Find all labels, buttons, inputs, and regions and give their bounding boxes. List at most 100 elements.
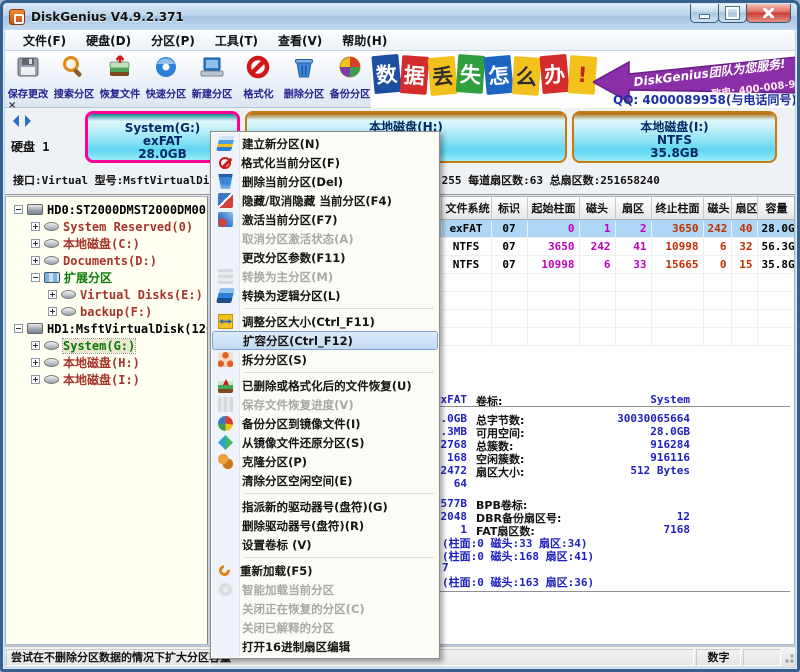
tree-item-4[interactable]: Documents(D:) <box>6 252 207 269</box>
delete-icon <box>291 54 317 84</box>
menubar-item-5[interactable]: 查看(V) <box>268 30 332 51</box>
close-button[interactable] <box>746 4 791 23</box>
toolbar-button-recover[interactable]: 恢复文件 <box>97 51 143 107</box>
context-menu-item-13[interactable]: 已删除或格式化后的文件恢复(U) <box>212 376 438 395</box>
tree-expander-icon[interactable] <box>31 256 40 265</box>
tree-expander-icon[interactable] <box>31 239 40 248</box>
context-menu-item-20[interactable]: 删除驱动器号(盘符)(R) <box>212 516 438 535</box>
context-menu-item-22[interactable]: 重新加载(F5) <box>212 561 438 580</box>
context-menu-label: 清除分区空闲空间(E) <box>242 472 353 488</box>
context-menu-separator <box>244 557 434 558</box>
minimize-button[interactable] <box>690 4 719 23</box>
tree-item-7[interactable]: backup(F:) <box>6 303 207 320</box>
context-menu-label: 删除当前分区(Del) <box>242 173 343 189</box>
resize-icon <box>218 314 233 329</box>
part-icon <box>44 222 59 231</box>
menubar-item-4[interactable]: 工具(T) <box>205 30 268 51</box>
context-menu-item-10[interactable]: 调整分区大小(Ctrl_F11) <box>212 312 438 331</box>
part-icon <box>61 290 76 299</box>
cell-cap: 28.0GB <box>757 219 795 237</box>
quick-icon <box>153 54 179 84</box>
cell-ss: 33 <box>615 255 651 273</box>
cell-empty <box>491 291 527 309</box>
cell-empty <box>527 273 579 291</box>
menubar-item-1[interactable]: 文件(F) <box>13 30 76 51</box>
context-menu-item-24: 关闭正在恢复的分区(C) <box>212 599 438 618</box>
context-menu-item-9[interactable]: 转换为逻辑分区(L) <box>212 286 438 305</box>
ad-banner[interactable]: 数据丢失怎么办! DiskGenius团队为您服务! 致电: 400-008-9… <box>371 51 795 108</box>
tree-expander-icon[interactable] <box>31 273 40 282</box>
banner-qq: QQ: 4000089958(与电话同号) <box>613 91 795 108</box>
tree-expander-icon[interactable] <box>14 205 23 214</box>
tree-item-9[interactable]: System(G:) <box>6 337 207 354</box>
context-menu-item-18[interactable]: 清除分区空闲空间(E) <box>212 471 438 490</box>
context-menu-label: 格式化当前分区(F) <box>241 154 340 170</box>
context-menu-item-16[interactable]: 从镜像文件还原分区(S) <box>212 433 438 452</box>
banner-tile: 失 <box>456 54 486 94</box>
menubar-item-2[interactable]: 硬盘(D) <box>76 30 141 51</box>
context-menu-item-11[interactable]: 扩容分区(Ctrl_F12) <box>212 331 438 350</box>
context-menu-item-4[interactable]: 隐藏/取消隐藏 当前分区(F4) <box>212 191 438 210</box>
tree-item-6[interactable]: Virtual Disks(E:) <box>6 286 207 303</box>
tree-item-10[interactable]: 本地磁盘(H:) <box>6 354 207 371</box>
context-menu-item-3[interactable]: 删除当前分区(Del) <box>212 172 438 191</box>
ext-icon <box>44 272 60 283</box>
tree-item-label: System(G:) <box>63 339 135 353</box>
context-menu-item-26[interactable]: 打开16进制扇区编辑 <box>212 637 438 656</box>
context-menu-item-15[interactable]: 备份分区到镜像文件(I) <box>212 414 438 433</box>
toolbar-button-save[interactable]: 保存更改 <box>5 51 51 107</box>
tree-expander-icon[interactable] <box>31 375 40 384</box>
tree-expander-icon[interactable] <box>31 341 40 350</box>
saveprog-icon <box>218 397 233 412</box>
detail-fragment: 7 <box>442 561 449 574</box>
prev-disk-arrow-icon[interactable] <box>13 115 19 127</box>
context-menu-item-17[interactable]: 克隆分区(P) <box>212 452 438 471</box>
tree-expander-icon[interactable] <box>31 222 40 231</box>
context-menu-item-5[interactable]: 激活当前分区(F7) <box>212 210 438 229</box>
context-menu-item-7[interactable]: 更改分区参数(F11) <box>212 248 438 267</box>
tree-item-5[interactable]: 扩展分区 <box>6 269 207 286</box>
partition-block-3[interactable]: 本地磁盘(I:)NTFS35.8GB <box>572 111 777 163</box>
toolbar-button-delete[interactable]: 删除分区 <box>281 51 327 107</box>
cell-ec: 3650 <box>651 219 703 237</box>
toolbar-button-newpart[interactable]: 新建分区 <box>189 51 235 107</box>
context-menu-item-1[interactable]: 建立新分区(N) <box>212 134 438 153</box>
context-menu-item-14: 保存文件恢复进度(V) <box>212 395 438 414</box>
cell-id: 07 <box>491 255 527 273</box>
cell-fs: exFAT <box>441 219 491 237</box>
context-menu-item-21[interactable]: 设置卷标 (V) <box>212 535 438 554</box>
context-menu-item-19[interactable]: 指派新的驱动器号(盘符)(G) <box>212 497 438 516</box>
context-menu-item-2[interactable]: 格式化当前分区(F) <box>212 153 438 172</box>
menubar-item-6[interactable]: 帮助(H) <box>332 30 397 51</box>
tree-item-label: HD0:ST2000DMST2000DM001-1CH1 <box>47 203 209 217</box>
banner-tile: 么 <box>512 56 542 96</box>
menubar-item-3[interactable]: 分区(P) <box>141 30 205 51</box>
title-bar[interactable]: DiskGenius V4.9.2.371 <box>3 3 797 30</box>
resize-grip-icon[interactable] <box>782 651 795 664</box>
tree-expander-icon[interactable] <box>48 290 57 299</box>
tree-expander-icon[interactable] <box>31 358 40 367</box>
part-icon <box>44 341 59 350</box>
toolbar-button-format[interactable]: 格式化 <box>235 51 281 107</box>
toolbar-button-quick[interactable]: 快速分区 <box>143 51 189 107</box>
tree-item-3[interactable]: 本地磁盘(C:) <box>6 235 207 252</box>
context-menu-item-12[interactable]: 拆分分区(S) <box>212 350 438 369</box>
context-menu-label: 拆分分区(S) <box>242 351 307 367</box>
context-menu-label: 取消分区激活状态(A) <box>242 230 354 246</box>
tree-expander-icon[interactable] <box>14 324 23 333</box>
cell-empty <box>703 291 731 309</box>
toolbar-button-search[interactable]: 搜索分区 <box>51 51 97 107</box>
tree-item-8[interactable]: HD1:MsftVirtualDisk(120GB) <box>6 320 207 337</box>
toolbar-label: 备份分区 <box>330 87 370 102</box>
context-menu-label: 已删除或格式化后的文件恢复(U) <box>242 377 412 393</box>
toolbar-button-backup[interactable]: 备份分区 <box>327 51 373 107</box>
tree-expander-icon[interactable] <box>48 307 57 316</box>
tree-item-1[interactable]: HD0:ST2000DMST2000DM001-1CH1 <box>6 201 207 218</box>
tree-item-11[interactable]: 本地磁盘(I:) <box>6 371 207 388</box>
context-menu-label: 重新加载(F5) <box>240 562 313 578</box>
next-disk-arrow-icon[interactable] <box>25 115 31 127</box>
detail-label: 扇区大小: <box>476 464 524 480</box>
panel-close-icon[interactable]: × <box>8 100 16 111</box>
tree-item-2[interactable]: System Reserved(0) <box>6 218 207 235</box>
maximize-button[interactable] <box>718 4 747 23</box>
